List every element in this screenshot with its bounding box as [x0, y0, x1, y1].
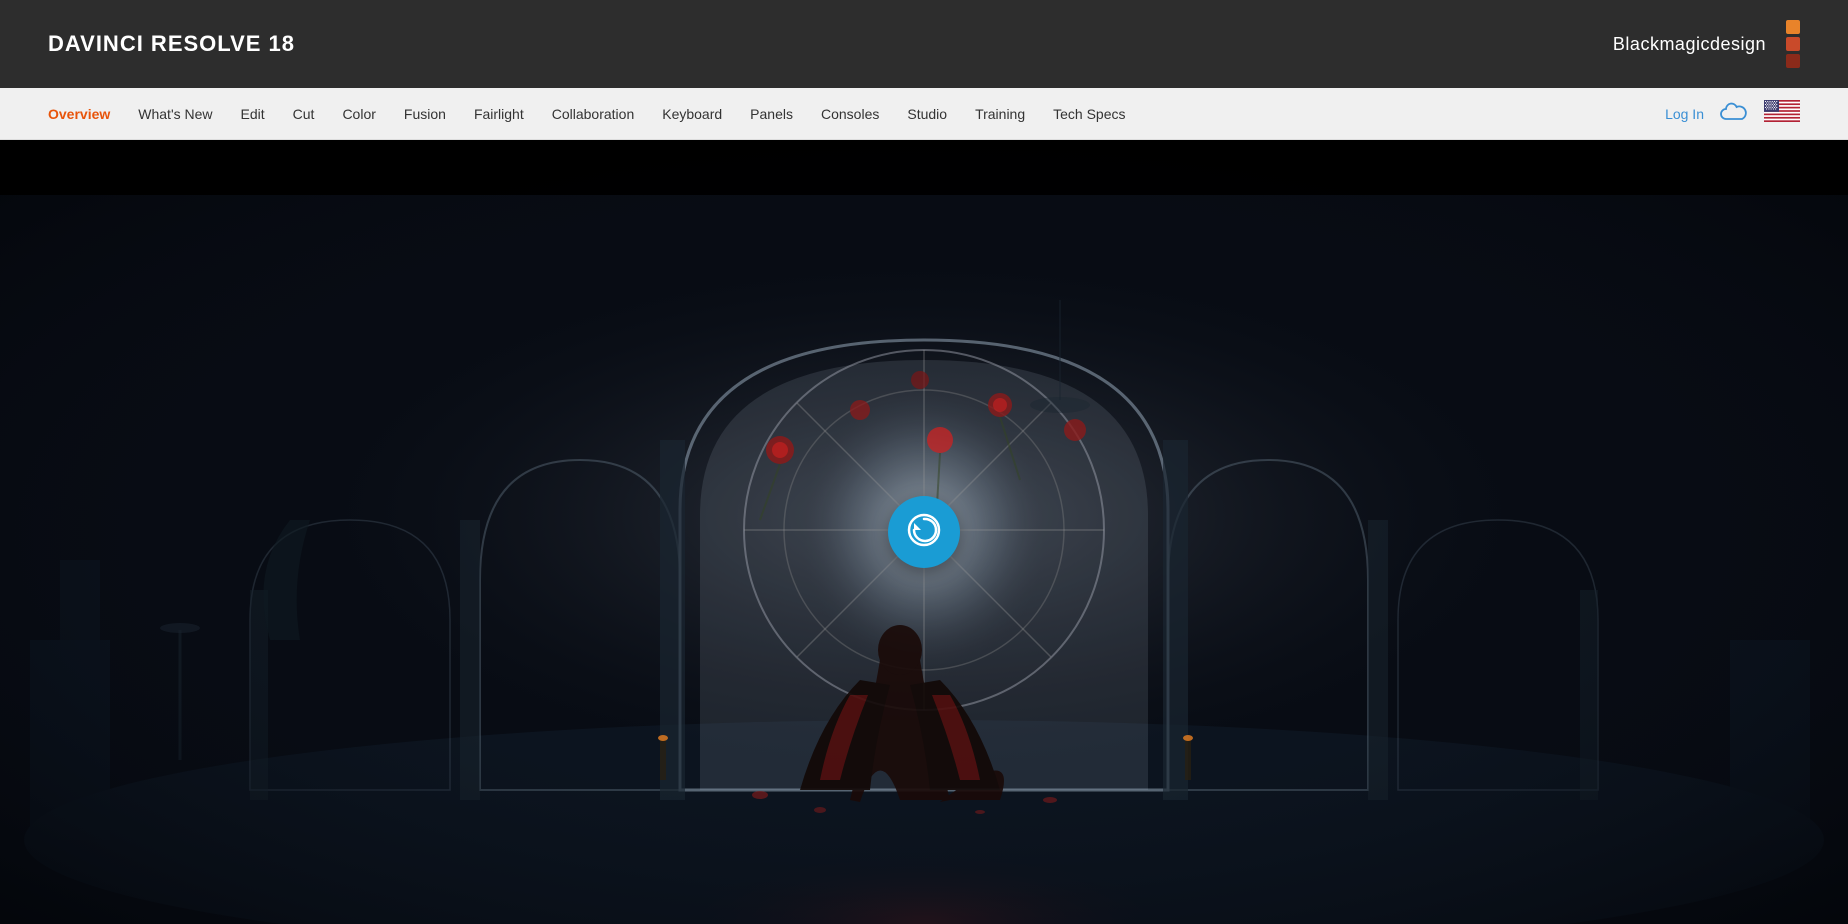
site-header: DAVINCI RESOLVE 18 Blackmagicdesign: [0, 0, 1848, 88]
nav-whats-new[interactable]: What's New: [138, 106, 212, 122]
nav-overview[interactable]: Overview: [48, 106, 110, 122]
nav-collaboration[interactable]: Collaboration: [552, 106, 635, 122]
brand-square-3: [1786, 54, 1800, 68]
nav-fairlight[interactable]: Fairlight: [474, 106, 524, 122]
replay-icon: [907, 513, 941, 552]
nav-training[interactable]: Training: [975, 106, 1025, 122]
brand-square-2: [1786, 37, 1800, 51]
country-flag[interactable]: [1764, 100, 1800, 127]
nav-panels[interactable]: Panels: [750, 106, 793, 122]
nav-edit[interactable]: Edit: [241, 106, 265, 122]
brand-text: Blackmagicdesign: [1613, 34, 1766, 55]
site-title: DAVINCI RESOLVE 18: [48, 31, 295, 57]
nav-color[interactable]: Color: [342, 106, 375, 122]
nav-consoles[interactable]: Consoles: [821, 106, 879, 122]
nav-tech-specs[interactable]: Tech Specs: [1053, 106, 1125, 122]
brand-squares: [1786, 20, 1800, 68]
login-link[interactable]: Log In: [1665, 106, 1704, 122]
nav-fusion[interactable]: Fusion: [404, 106, 446, 122]
cloud-icon: [1720, 101, 1748, 127]
main-nav: Overview What's New Edit Cut Color Fusio…: [0, 88, 1848, 140]
nav-right: Log In: [1665, 100, 1800, 127]
header-right: Blackmagicdesign: [1613, 20, 1800, 68]
brand-square-1: [1786, 20, 1800, 34]
hero-section: [0, 140, 1848, 924]
nav-studio[interactable]: Studio: [907, 106, 947, 122]
nav-cut[interactable]: Cut: [293, 106, 315, 122]
nav-keyboard[interactable]: Keyboard: [662, 106, 722, 122]
replay-button[interactable]: [888, 496, 960, 568]
nav-links: Overview What's New Edit Cut Color Fusio…: [48, 106, 1126, 122]
